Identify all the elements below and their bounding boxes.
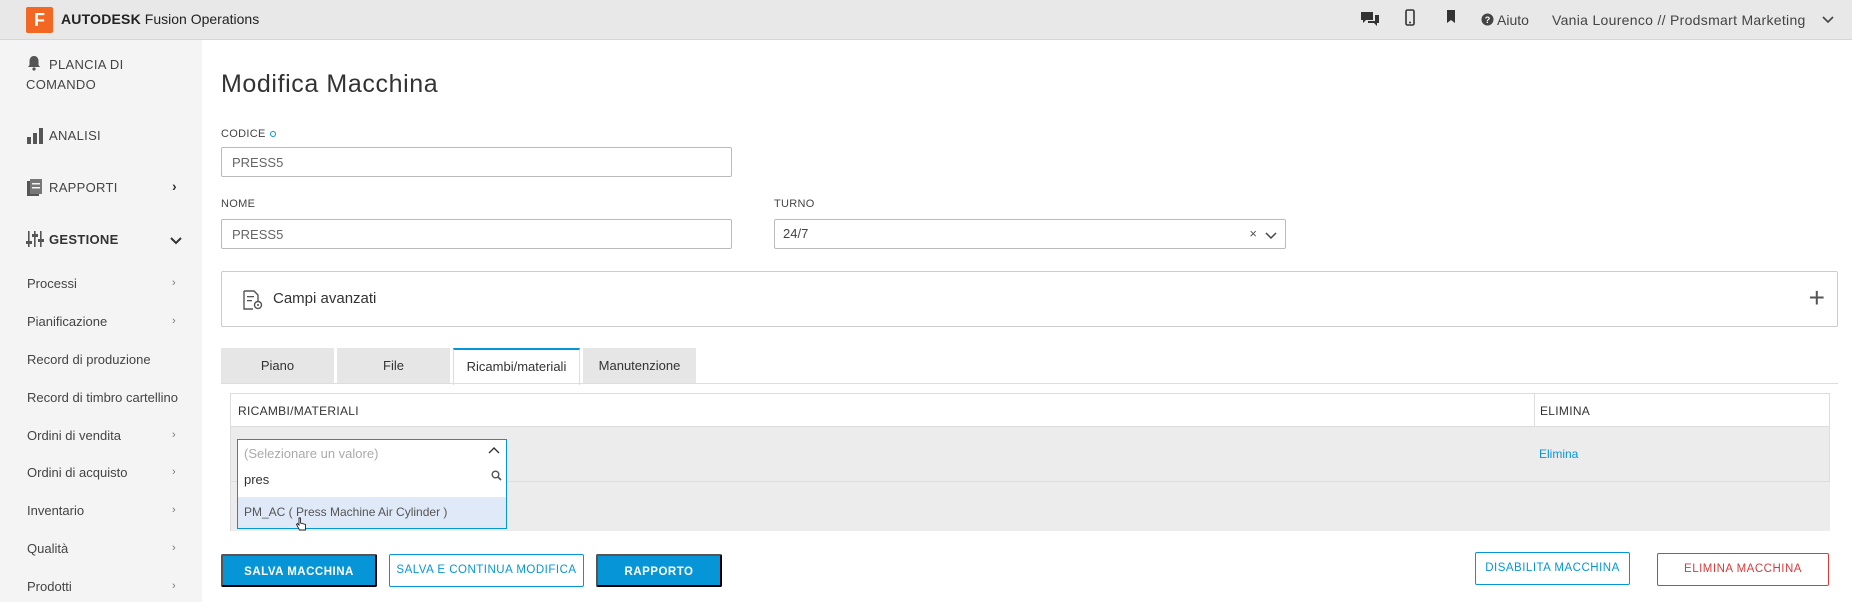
dropdown-option[interactable]: PM_AC ( Press Machine Air Cylinder ) [238, 497, 506, 528]
help-icon[interactable]: ? [1481, 11, 1494, 33]
sidebar-item-label: Processi [27, 276, 77, 291]
dropdown-search-input[interactable]: pres [238, 466, 506, 496]
chevron-right-icon: › [172, 542, 176, 554]
report-button[interactable]: RAPPORTO [596, 554, 722, 587]
sidebar: PLANCIA DI COMANDO ANALISI RAPPORTI › GE… [0, 40, 202, 602]
spare-part-dropdown[interactable]: (Selezionare un valore) pres PM_AC ( Pre… [237, 439, 507, 529]
bar-chart-icon [26, 127, 44, 150]
brand-name[interactable]: AUTODESK Fusion Operations [61, 11, 259, 27]
chevron-right-icon: › [172, 580, 176, 592]
help-link[interactable]: Aiuto [1497, 12, 1529, 28]
chevron-up-icon[interactable] [488, 445, 500, 460]
clear-icon[interactable]: × [1249, 220, 1257, 248]
sidebar-item-label: ANALISI [49, 128, 101, 143]
sidebar-item-label: Pianificazione [27, 314, 108, 329]
chevron-right-icon: › [172, 466, 176, 478]
sidebar-item-label: COMANDO [26, 77, 96, 92]
tab-files[interactable]: File [337, 348, 450, 384]
shift-select-value: 24/7 [783, 226, 809, 241]
logo[interactable]: F [26, 7, 53, 33]
column-divider [1534, 394, 1535, 427]
delete-machine-button[interactable]: ELIMINA MACCHINA [1657, 553, 1829, 586]
chevron-down-icon [170, 233, 182, 251]
user-menu[interactable]: Vania Lourenco // Prodsmart Marketing [1552, 12, 1806, 28]
sidebar-item-label: Prodotti [27, 579, 72, 594]
page-title: Modifica Macchina [221, 70, 439, 98]
sidebar-item-label: Ordini di vendita [27, 428, 121, 443]
hand-cursor-icon [295, 517, 307, 534]
svg-text:?: ? [1485, 15, 1491, 25]
save-continue-button[interactable]: SALVA E CONTINUA MODIFICA [389, 554, 584, 587]
sidebar-item-label: Inventario [27, 503, 85, 518]
delete-row-link[interactable]: Elimina [1539, 447, 1578, 461]
chevron-right-icon: › [172, 504, 176, 516]
sidebar-item-label: Ordini di acquisto [27, 465, 128, 480]
column-header-delete: ELIMINA [1540, 404, 1591, 418]
plus-icon[interactable]: + [1809, 282, 1825, 314]
sidebar-item-label: GESTIONE [49, 232, 119, 247]
bell-icon [26, 55, 42, 76]
report-icon [26, 179, 43, 202]
tab-maintenance[interactable]: Manutenzione [583, 348, 696, 384]
required-indicator-icon [269, 131, 276, 138]
sidebar-item-label: RAPPORTI [49, 180, 118, 195]
search-icon [491, 470, 502, 484]
name-label: NOME [221, 198, 256, 210]
chevron-right-icon: › [172, 277, 176, 289]
chevron-right-icon: › [172, 429, 176, 441]
tab-plan[interactable]: Piano [221, 348, 334, 384]
sidebar-item-label: Record di timbro cartellino [27, 390, 179, 405]
table-header: RICAMBI/MATERIALI ELIMINA [230, 393, 1830, 427]
shift-select[interactable]: 24/7 × [774, 219, 1286, 249]
advanced-fields-label: Campi avanzati [273, 290, 377, 307]
tab-divider [221, 383, 1838, 384]
chevron-down-icon[interactable] [1265, 220, 1277, 248]
column-header-spare-parts: RICAMBI/MATERIALI [238, 404, 359, 418]
mobile-icon[interactable] [1405, 9, 1415, 31]
save-machine-button[interactable]: SALVA MACCHINA [221, 554, 377, 587]
sidebar-item-label: Qualità [27, 541, 69, 556]
sidebar-item-label: Record di produzione [27, 352, 151, 367]
sidebar-item-label: PLANCIA DI [49, 57, 124, 72]
sliders-icon [26, 230, 44, 253]
disable-machine-button[interactable]: DISABILITA MACCHINA [1475, 552, 1630, 585]
code-label: CODICE [221, 128, 276, 140]
chevron-down-icon[interactable] [1822, 10, 1834, 32]
dropdown-placeholder: (Selezionare un valore) [244, 446, 379, 461]
chevron-right-icon: › [172, 178, 177, 194]
bookmark-icon[interactable] [1446, 9, 1456, 31]
top-bar: F AUTODESK Fusion Operations ? Aiuto Van… [0, 0, 1852, 40]
name-input[interactable] [221, 219, 732, 249]
document-settings-icon [242, 289, 264, 311]
tab-spare-parts[interactable]: Ricambi/materiali [453, 348, 580, 385]
chat-icon[interactable] [1359, 9, 1381, 31]
advanced-fields-panel[interactable]: Campi avanzati + [221, 271, 1838, 327]
shift-label: TURNO [774, 198, 815, 210]
chevron-right-icon: › [172, 315, 176, 327]
code-input[interactable] [221, 147, 732, 177]
